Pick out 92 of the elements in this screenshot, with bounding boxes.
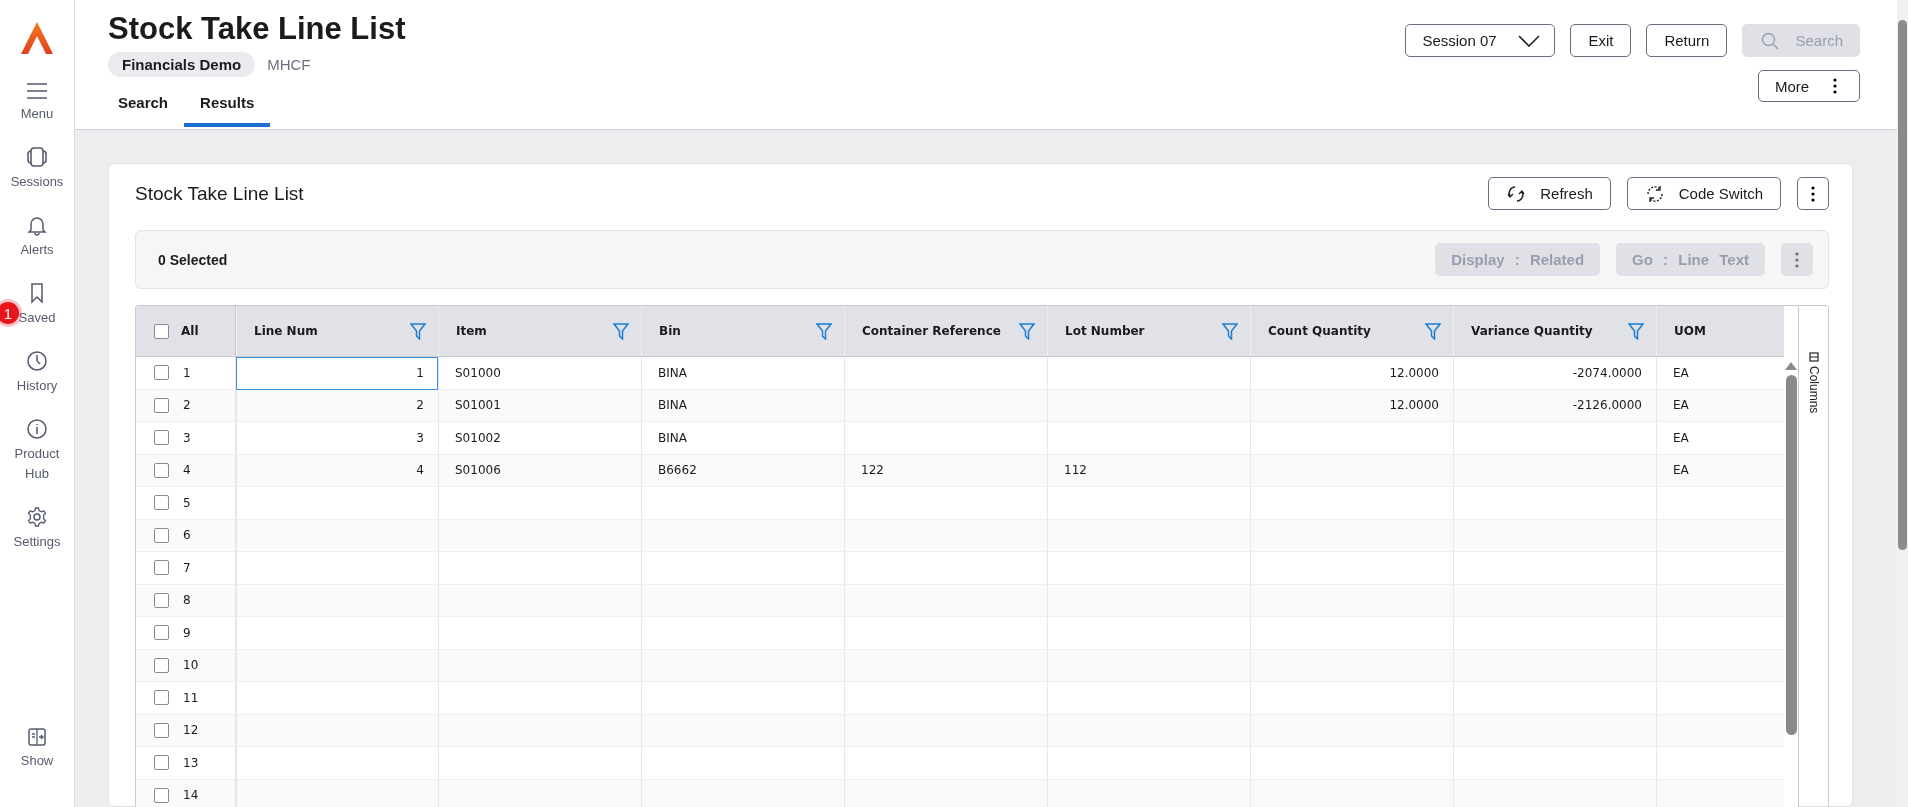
row-number: 13 bbox=[183, 755, 199, 770]
panel-icon bbox=[27, 727, 47, 747]
select-all-label: All bbox=[181, 324, 199, 338]
kebab-icon bbox=[1811, 185, 1815, 202]
column-header[interactable]: Variance Quantity bbox=[1453, 306, 1656, 356]
bell-icon bbox=[26, 214, 48, 236]
checkbox[interactable] bbox=[154, 323, 169, 339]
table-cell: BINA bbox=[641, 357, 844, 390]
row-number: 11 bbox=[183, 690, 199, 705]
table-cell: 12.0000 bbox=[1250, 357, 1453, 390]
filter-icon[interactable] bbox=[816, 322, 832, 340]
sync-icon bbox=[1644, 183, 1665, 204]
nav-item[interactable]: Menu bbox=[20, 82, 54, 124]
table-cell: S01000 bbox=[438, 357, 641, 390]
row-number: 3 bbox=[183, 430, 191, 445]
table-cell: 3 bbox=[236, 422, 438, 455]
toolbar-button[interactable]: Refresh bbox=[1488, 177, 1611, 210]
checkbox[interactable] bbox=[154, 625, 169, 641]
checkbox[interactable] bbox=[154, 657, 169, 673]
row-number: 7 bbox=[183, 560, 191, 575]
kebab-icon bbox=[1833, 78, 1838, 94]
row-number: 14 bbox=[183, 788, 199, 803]
column-header[interactable]: Item bbox=[438, 306, 641, 356]
column-header[interactable]: Bin bbox=[641, 306, 844, 356]
checkbox[interactable] bbox=[154, 560, 169, 576]
sessions-icon bbox=[26, 146, 48, 168]
columns-icon bbox=[1808, 352, 1819, 362]
column-header[interactable]: Container Reference bbox=[844, 306, 1047, 356]
checkbox[interactable] bbox=[154, 722, 169, 738]
checkbox[interactable] bbox=[154, 365, 169, 381]
header-button[interactable]: Exit bbox=[1570, 24, 1632, 57]
checkbox[interactable] bbox=[154, 690, 169, 706]
company-chip: Financials Demo bbox=[108, 52, 256, 77]
table-cell: -2074.0000 bbox=[1453, 357, 1656, 390]
column-header[interactable]: Line Num bbox=[236, 306, 438, 356]
more-button[interactable]: More bbox=[1758, 70, 1860, 102]
tab[interactable]: Search bbox=[102, 86, 185, 127]
selection-count: 0 Selected bbox=[158, 251, 228, 268]
column-header[interactable]: Count Quantity bbox=[1250, 306, 1453, 356]
nav-item[interactable]: Sessions bbox=[10, 146, 64, 192]
checkbox[interactable] bbox=[154, 397, 169, 413]
row-number: 9 bbox=[183, 625, 191, 640]
clock-icon bbox=[26, 350, 48, 372]
session-dropdown[interactable]: Session 07 bbox=[1405, 24, 1556, 57]
focused-cell[interactable]: 1 bbox=[236, 357, 438, 390]
row-number: 5 bbox=[183, 495, 191, 510]
nav-item[interactable]: Saved bbox=[18, 282, 56, 328]
row-number: 8 bbox=[183, 593, 191, 608]
chevron-down-icon bbox=[1518, 34, 1541, 47]
notification-badge: 1 bbox=[0, 302, 19, 324]
checkbox[interactable] bbox=[154, 592, 169, 608]
nav-item[interactable]: Product Hub bbox=[6, 418, 68, 484]
nav-item[interactable]: Show bbox=[20, 727, 54, 771]
filter-icon[interactable] bbox=[1425, 322, 1441, 340]
refresh-icon bbox=[1506, 183, 1527, 204]
row-number: 6 bbox=[183, 528, 191, 543]
filter-icon[interactable] bbox=[1222, 322, 1238, 340]
nav-item[interactable]: History bbox=[16, 350, 58, 396]
checkbox[interactable] bbox=[154, 495, 169, 511]
toolbar-button[interactable]: Code Switch bbox=[1626, 177, 1781, 210]
checkbox[interactable] bbox=[154, 755, 169, 771]
menu-icon bbox=[26, 82, 48, 100]
company-code: MHCF bbox=[267, 56, 311, 73]
table-cell: BINA bbox=[641, 422, 844, 455]
card-title: Stock Take Line List bbox=[135, 182, 304, 205]
logo-icon bbox=[19, 20, 55, 56]
checkbox[interactable] bbox=[154, 527, 169, 543]
table-cell: S01002 bbox=[438, 422, 641, 455]
filter-icon[interactable] bbox=[613, 322, 629, 340]
header-button[interactable]: Return bbox=[1646, 24, 1728, 57]
settings-icon bbox=[26, 506, 48, 528]
row-number: 10 bbox=[183, 658, 199, 673]
filter-icon[interactable] bbox=[1019, 322, 1035, 340]
nav-item[interactable]: Settings bbox=[13, 506, 61, 552]
page-scrollbar[interactable] bbox=[1897, 0, 1908, 807]
checkbox[interactable] bbox=[154, 462, 169, 478]
column-header[interactable]: Lot Number bbox=[1047, 306, 1250, 356]
page-title: Stock Take Line List bbox=[108, 10, 406, 48]
columns-panel-tab[interactable]: Columns bbox=[1798, 306, 1828, 807]
filter-icon[interactable] bbox=[1628, 322, 1644, 340]
overflow-menu-button[interactable] bbox=[1797, 177, 1829, 210]
row-number: 2 bbox=[183, 398, 191, 413]
kebab-icon bbox=[1795, 251, 1799, 268]
search-icon bbox=[1761, 31, 1780, 50]
checkbox[interactable] bbox=[154, 787, 169, 803]
filter-icon[interactable] bbox=[410, 322, 426, 340]
info-icon bbox=[26, 418, 48, 440]
row-number: 1 bbox=[183, 365, 191, 380]
row-number: 4 bbox=[183, 463, 191, 478]
checkbox[interactable] bbox=[154, 430, 169, 446]
nav-item[interactable]: Alerts bbox=[20, 214, 54, 260]
row-number: 12 bbox=[183, 723, 199, 738]
